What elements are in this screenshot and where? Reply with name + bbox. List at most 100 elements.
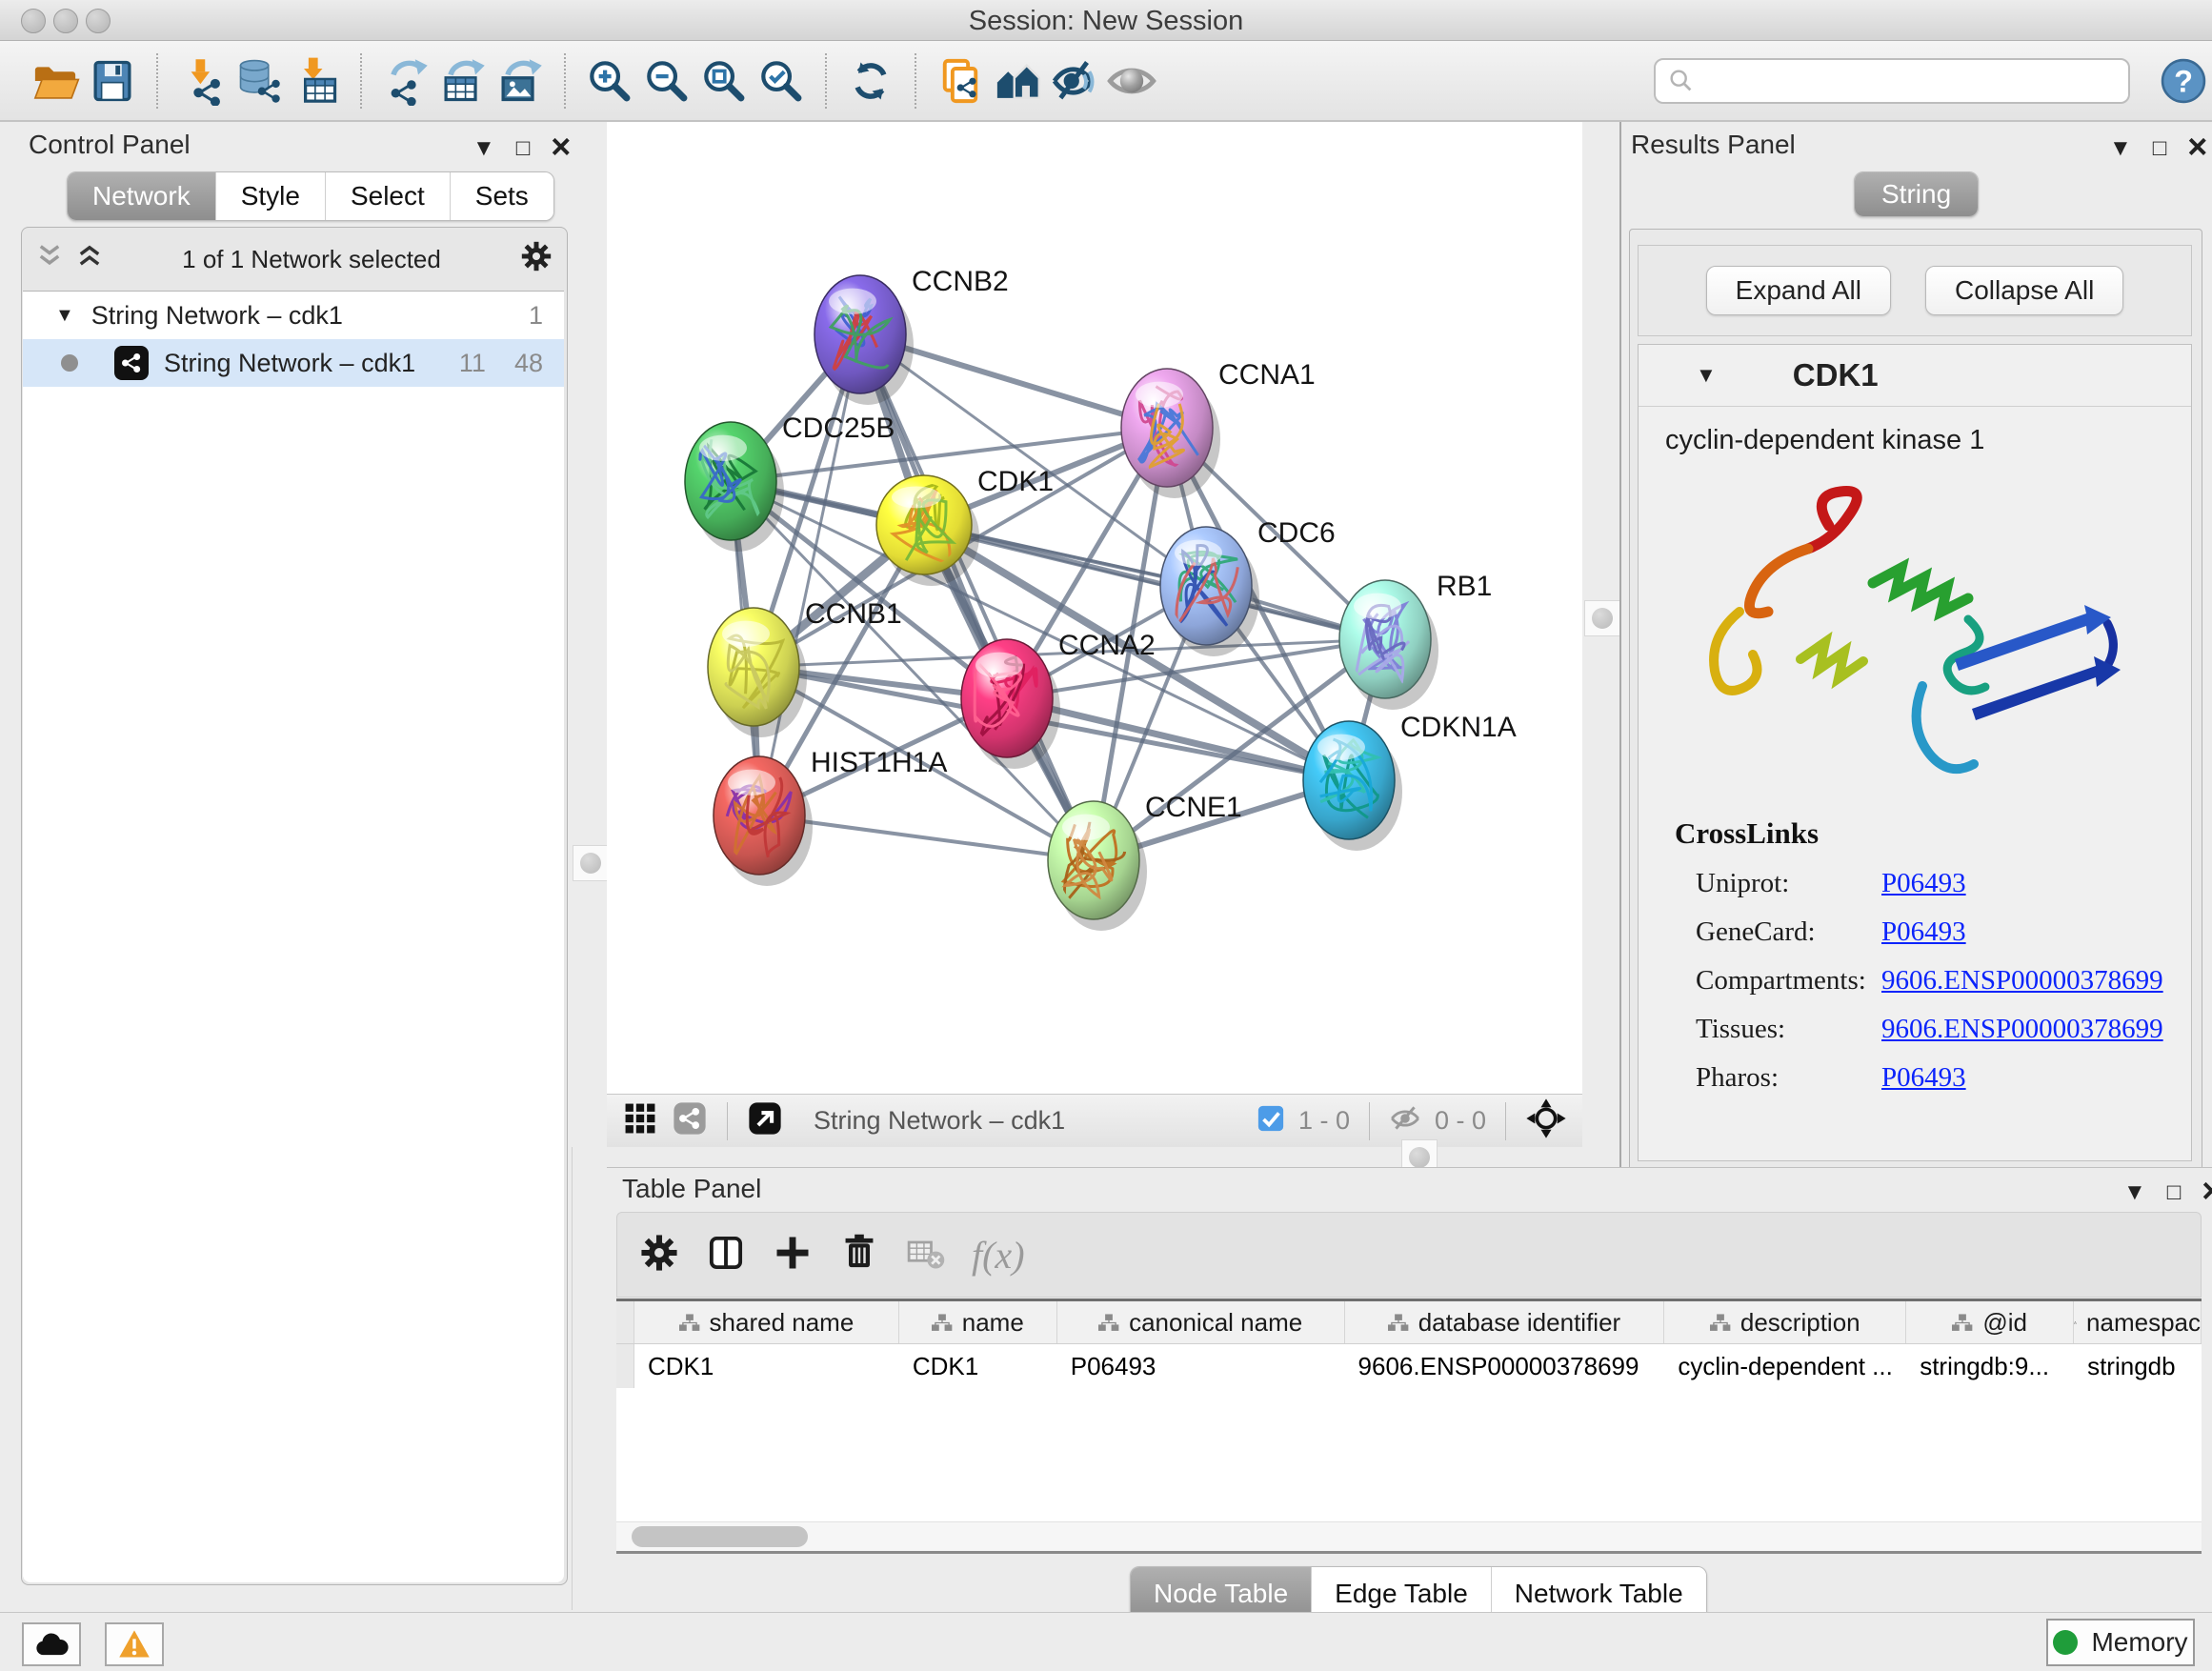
tab-network[interactable]: Network <box>68 172 216 220</box>
collection-label: String Network – cdk1 <box>91 301 343 331</box>
network-node-RB1[interactable]: RB1 <box>1339 571 1492 710</box>
table-row[interactable]: CDK1CDK1P064939606.ENSP00000378699cyclin… <box>616 1344 2202 1388</box>
import-network-database-icon[interactable] <box>231 50 288 111</box>
table-cell[interactable]: stringdb <box>2074 1344 2202 1388</box>
column-header-@id[interactable]: @id <box>1906 1301 2074 1343</box>
save-session-icon[interactable] <box>84 50 141 111</box>
grid-view-icon[interactable] <box>622 1100 658 1141</box>
search-input[interactable] <box>1696 65 2128 96</box>
network-canvas[interactable]: CCNB2CCNA1CDC25BCDK1CDC6RB1CCNB1CCNA2CDK… <box>607 122 1582 1094</box>
zoom-out-icon[interactable] <box>638 50 695 111</box>
crosslink-link[interactable]: P06493 <box>1881 916 1966 948</box>
table-cell[interactable]: 9606.ENSP00000378699 <box>1345 1344 1665 1388</box>
refresh-network-icon[interactable] <box>842 50 899 111</box>
network-options-gear-icon[interactable] <box>519 239 553 280</box>
network-node-CCNB1[interactable]: CCNB1 <box>708 598 902 737</box>
birdseye-crosshair-icon[interactable] <box>1525 1097 1567 1144</box>
search-box[interactable] <box>1654 58 2130 104</box>
close-panel-icon[interactable]: × <box>551 130 571 164</box>
maximize-panel-icon[interactable]: □ <box>516 137 531 160</box>
network-view-icon[interactable] <box>672 1100 708 1141</box>
zoom-in-icon[interactable] <box>581 50 638 111</box>
crosslink-link[interactable]: 9606.ENSP00000378699 <box>1881 1014 2163 1045</box>
network-node-CDK1[interactable]: CDK1 <box>876 466 1054 586</box>
warnings-button[interactable] <box>105 1622 164 1666</box>
open-session-icon[interactable] <box>27 50 84 111</box>
clone-network-icon[interactable] <box>932 50 989 111</box>
crosslink-link[interactable]: P06493 <box>1881 1062 1966 1094</box>
help-icon[interactable]: ? <box>2155 50 2212 111</box>
collapse-all-button[interactable]: Collapse All <box>1925 266 2123 315</box>
zoom-fit-icon[interactable] <box>695 50 753 111</box>
expand-all-button[interactable]: Expand All <box>1706 266 1891 315</box>
tab-style[interactable]: Style <box>216 172 326 220</box>
table-cell[interactable]: P06493 <box>1057 1344 1345 1388</box>
close-panel-icon[interactable]: × <box>2202 1174 2212 1208</box>
table-cell[interactable]: stringdb:9... <box>1906 1344 2074 1388</box>
network-node-CDC25B[interactable]: CDC25B <box>685 413 895 552</box>
table-cell[interactable]: CDK1 <box>634 1344 899 1388</box>
column-header-database-identifier[interactable]: database identifier <box>1345 1301 1665 1343</box>
cloud-button[interactable] <box>22 1622 81 1666</box>
memory-button[interactable]: Memory <box>2046 1619 2195 1666</box>
network-node-CDC6[interactable]: CDC6 <box>1160 517 1336 656</box>
export-network-icon[interactable] <box>377 50 434 111</box>
crosslink-label: Compartments: <box>1696 965 1881 997</box>
table-options-gear-icon[interactable] <box>638 1232 680 1278</box>
network-overview-icon[interactable] <box>989 50 1046 111</box>
crosslink-link[interactable]: 9606.ENSP00000378699 <box>1881 965 2163 997</box>
selected-checkbox-icon[interactable] <box>1257 1104 1285 1137</box>
column-header-canonical-name[interactable]: canonical name <box>1057 1301 1345 1343</box>
node-label-CDC6: CDC6 <box>1257 517 1336 549</box>
network-collection-row[interactable]: ▼ String Network – cdk1 1 <box>23 292 564 339</box>
hide-graphics-details-icon[interactable] <box>1046 50 1103 111</box>
maximize-panel-icon[interactable]: □ <box>2153 137 2167 160</box>
create-column-icon[interactable] <box>772 1232 814 1278</box>
table-cell[interactable]: CDK1 <box>899 1344 1057 1388</box>
show-columns-icon[interactable] <box>705 1232 747 1278</box>
tab-string[interactable]: String <box>1855 172 1978 216</box>
maximize-panel-icon[interactable]: □ <box>2167 1181 2182 1204</box>
network-node-CCNB2[interactable]: CCNB2 <box>814 266 1009 405</box>
protein-structure-image <box>1686 469 2143 812</box>
column-header-shared-name[interactable]: shared name <box>634 1301 899 1343</box>
delete-column-icon[interactable] <box>838 1232 880 1278</box>
left-splitter-handle[interactable] <box>573 845 609 881</box>
network-row[interactable]: String Network – cdk1 11 48 <box>23 339 564 387</box>
table-hscrollbar[interactable] <box>616 1521 2202 1551</box>
table-cell[interactable]: cyclin-dependent ... <box>1664 1344 1906 1388</box>
column-header-namespac[interactable]: namespac <box>2074 1301 2202 1343</box>
right-splitter[interactable] <box>1582 122 1619 1167</box>
gene-section-header[interactable]: ▼ CDK1 <box>1639 345 2191 407</box>
column-header-name[interactable]: name <box>899 1301 1057 1343</box>
float-panel-icon[interactable]: ▼ <box>473 137 495 160</box>
network-node-CCNA2[interactable]: CCNA2 <box>961 630 1156 769</box>
table-hscrollbar-thumb[interactable] <box>632 1526 808 1547</box>
right-splitter-handle[interactable] <box>1584 600 1620 636</box>
network-node-HIST1H1A[interactable]: HIST1H1A <box>714 747 947 886</box>
table-toolbar: f(x) <box>616 1212 2202 1298</box>
close-panel-icon[interactable]: × <box>2187 130 2207 164</box>
float-panel-icon[interactable]: ▼ <box>2109 137 2132 160</box>
import-table-icon[interactable] <box>288 50 345 111</box>
network-node-CDKN1A[interactable]: CDKN1A <box>1303 712 1517 851</box>
export-image-icon[interactable] <box>492 50 549 111</box>
gene-disclosure-icon[interactable]: ▼ <box>1696 363 1717 388</box>
hidden-eye-icon[interactable] <box>1389 1102 1421 1139</box>
export-table-icon[interactable] <box>434 50 492 111</box>
crosslink-link[interactable]: P06493 <box>1881 868 1966 899</box>
zoom-selected-icon[interactable] <box>753 50 810 111</box>
float-panel-icon[interactable]: ▼ <box>2123 1181 2146 1204</box>
import-network-file-icon[interactable] <box>173 50 231 111</box>
network-node-CCNE1[interactable]: CCNE1 <box>1048 792 1242 931</box>
column-header-description[interactable]: description <box>1664 1301 1906 1343</box>
expand-all-networks-icon[interactable] <box>75 242 104 277</box>
show-graphics-details-icon[interactable] <box>1103 50 1160 111</box>
collection-disclosure-icon[interactable]: ▼ <box>55 305 74 327</box>
detach-view-icon[interactable] <box>747 1100 783 1141</box>
tab-select[interactable]: Select <box>326 172 451 220</box>
delete-table-icon <box>905 1232 947 1278</box>
left-splitter[interactable] <box>572 122 607 1147</box>
tab-sets[interactable]: Sets <box>451 172 553 220</box>
collapse-all-networks-icon[interactable] <box>35 242 64 277</box>
